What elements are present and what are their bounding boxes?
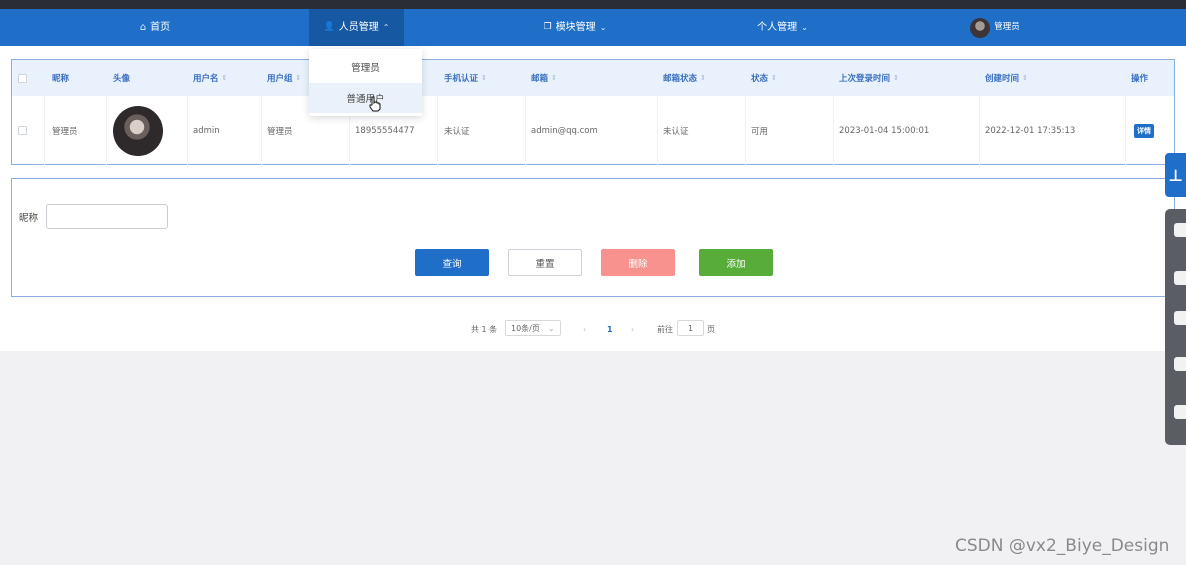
next-page-icon[interactable]: ›: [631, 320, 634, 338]
top-nav: ⌂ 首页 👤 人员管理 ⌃ ❐ 模块管理 ⌄ 个人管理 ⌄ 管理员: [0, 9, 1186, 46]
header-last-login[interactable]: 上次登录时间 ⇕: [839, 60, 899, 96]
header-group[interactable]: 用户组 ⇕: [267, 60, 301, 96]
avatar: [970, 17, 991, 38]
sort-icon: ⇕: [295, 74, 302, 82]
cell-last-login: 2023-01-04 15:00:01: [839, 125, 930, 136]
menu-item-admin[interactable]: 管理员: [309, 52, 422, 82]
hand-cursor-icon: [369, 96, 381, 112]
cell-username: admin: [193, 125, 220, 136]
sort-icon: ⇕: [700, 74, 706, 82]
nav-module-management[interactable]: ❐ 模块管理 ⌄: [520, 9, 630, 46]
header-status[interactable]: 状态 ⇕: [751, 60, 777, 96]
camera-icon[interactable]: [1174, 223, 1186, 237]
cell-group: 管理员: [267, 126, 293, 137]
nav-user-label: 管理员: [994, 22, 1020, 32]
reset-button[interactable]: 重置: [508, 249, 582, 276]
user-table: 昵称 头像 用户名 ⇕ 用户组 ⇕ 手机认证 ⇕ 邮箱 ⇕ 邮箱状态 ⇕ 状态 ⇕ 上次登录…: [11, 59, 1175, 165]
menu-item-normal-user[interactable]: 普通用户: [309, 83, 422, 113]
sort-icon: ⇕: [221, 74, 228, 82]
cell-email: admin@qq.com: [531, 125, 598, 136]
nav-people-label: 人员管理: [338, 22, 379, 33]
side-toolbar: [1165, 209, 1186, 445]
people-management-dropdown: 管理员 普通用户: [309, 49, 422, 116]
nav-user-menu[interactable]: 管理员: [960, 9, 1030, 46]
cell-avatar: [113, 96, 163, 165]
pagination: 共 1 条 10条/页 ⌄ ‹ 1 › 前往 1 页: [0, 320, 1186, 338]
cell-phone-auth: 未认证: [444, 126, 470, 137]
cell-status: 可用: [751, 126, 769, 137]
edit-icon[interactable]: [1174, 405, 1186, 419]
search-panel: 昵称 查询 重置 删除 添加: [11, 178, 1175, 297]
goto-prefix: 前往: [657, 324, 673, 334]
prev-page-icon[interactable]: ‹: [583, 320, 586, 338]
header-email-status[interactable]: 邮箱状态 ⇕: [663, 60, 706, 96]
chevron-down-icon: ⌄: [547, 323, 555, 333]
table-row: 管理员 admin 管理员 18955554477 未认证 admin@qq.c…: [12, 96, 1174, 165]
chevron-up-icon: ⌃: [382, 23, 390, 32]
query-button[interactable]: 查询: [415, 249, 489, 276]
add-button[interactable]: 添加: [699, 249, 773, 276]
nav-home-label: 首页: [150, 22, 171, 33]
header-action: 操作: [1131, 74, 1149, 84]
nav-home[interactable]: ⌂ 首页: [110, 9, 200, 46]
nav-modules-label: 模块管理: [555, 22, 596, 33]
sort-icon: ⇕: [1022, 74, 1028, 82]
sort-icon: ⇕: [551, 74, 557, 82]
cell-action: 详情: [1134, 96, 1154, 165]
side-float-tab[interactable]: ⊥: [1165, 153, 1186, 197]
goto-page-input[interactable]: 1: [677, 320, 704, 336]
nickname-label: 昵称: [19, 213, 39, 224]
page-number-current[interactable]: 1: [607, 320, 613, 338]
chart-icon[interactable]: [1174, 357, 1186, 371]
cell-email-status: 未认证: [663, 126, 689, 137]
cell-created: 2022-12-01 17:35:13: [985, 125, 1076, 136]
pagination-total: 共 1 条: [471, 324, 498, 334]
watermark: CSDN @vx2_Biye_Design: [955, 536, 1170, 556]
table-header: 昵称 头像 用户名 ⇕ 用户组 ⇕ 手机认证 ⇕ 邮箱 ⇕ 邮箱状态 ⇕ 状态 ⇕ 上次登录…: [12, 60, 1174, 96]
cell-nickname: 管理员: [52, 126, 78, 137]
row-checkbox[interactable]: [18, 96, 38, 165]
chevron-down-icon: ⌄: [599, 23, 607, 32]
header-nickname: 昵称: [52, 74, 70, 84]
header-phone-auth[interactable]: 手机认证 ⇕: [444, 60, 487, 96]
nav-personal-label: 个人管理: [757, 22, 798, 33]
header-email[interactable]: 邮箱 ⇕: [531, 60, 557, 96]
image-icon[interactable]: [1174, 271, 1186, 285]
sort-icon: ⇕: [893, 74, 899, 82]
sort-icon: ⇕: [771, 74, 777, 82]
sort-icon: ⇕: [481, 74, 487, 82]
select-all-checkbox[interactable]: [18, 60, 38, 96]
header-created[interactable]: 创建时间 ⇕: [985, 60, 1028, 96]
detail-button[interactable]: 详情: [1134, 123, 1154, 138]
delete-button[interactable]: 删除: [601, 249, 675, 276]
window-top-strip: [0, 0, 1186, 9]
module-icon: ❐: [543, 22, 552, 32]
chevron-down-icon: ⌄: [801, 23, 808, 32]
nickname-input[interactable]: [46, 204, 168, 229]
goto-suffix: 页: [707, 324, 715, 334]
page-size-select[interactable]: 10条/页 ⌄: [505, 320, 561, 336]
header-username[interactable]: 用户名 ⇕: [193, 60, 227, 96]
side-tab-icon: ⊥: [1168, 165, 1183, 185]
home-icon: ⌂: [139, 22, 147, 33]
user-icon: 👤: [323, 22, 335, 32]
translate-icon[interactable]: [1174, 311, 1186, 325]
page-size-value: 10条/页: [511, 323, 540, 333]
nav-people-management[interactable]: 👤 人员管理 ⌃: [309, 9, 404, 46]
nav-personal-management[interactable]: 个人管理 ⌄: [740, 9, 825, 46]
avatar: [113, 105, 163, 156]
header-avatar: 头像: [113, 74, 131, 84]
